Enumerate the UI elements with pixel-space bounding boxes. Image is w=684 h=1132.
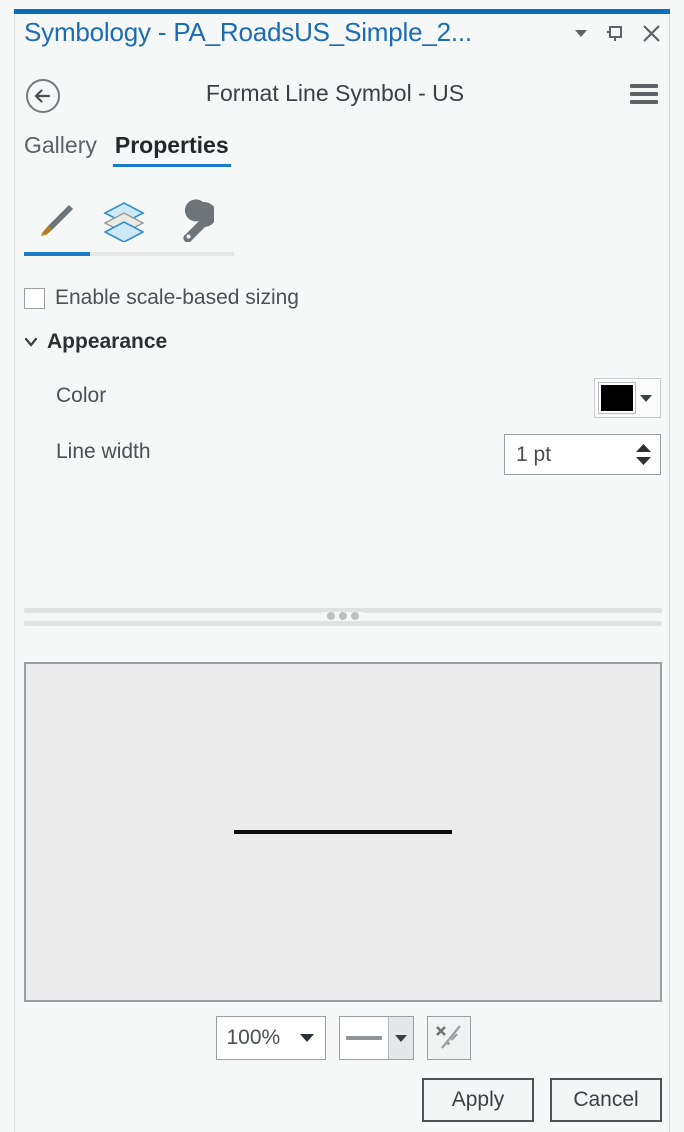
tab-properties[interactable]: Properties: [112, 132, 231, 167]
properties-icon-tabs: [24, 194, 234, 262]
chevron-down-icon: [394, 1034, 407, 1042]
horizontal-splitter[interactable]: [24, 604, 662, 630]
preview-zoom-value: 100%: [226, 1026, 281, 1049]
line-width-label: Line width: [56, 440, 151, 463]
color-label: Color: [56, 384, 107, 407]
splitter-grip-dot: [327, 612, 335, 620]
hamburger-menu-icon-line: [630, 84, 658, 88]
wrench-icon: [183, 199, 214, 242]
appearance-group-header[interactable]: Appearance: [24, 330, 167, 354]
line-width-property-row: Line width 1 pt: [24, 434, 662, 475]
color-property-row: Color: [24, 378, 662, 418]
dialog-footer: Apply Cancel: [24, 1076, 662, 1124]
symbol-preview-line: [234, 830, 452, 834]
cancel-button[interactable]: Cancel: [550, 1078, 662, 1122]
preview-zoom-combobox[interactable]: 100%: [215, 1016, 326, 1060]
enable-scale-based-sizing-label: Enable scale-based sizing: [55, 286, 299, 309]
structure-tab-button[interactable]: [160, 194, 224, 246]
splitter-grip[interactable]: [322, 612, 364, 620]
layers-tab-button[interactable]: [92, 194, 156, 246]
toggle-line-preview-button[interactable]: [426, 1016, 471, 1060]
chevron-down-icon: [640, 394, 652, 402]
paintbrush-icon: [41, 205, 73, 236]
line-width-spinner-arrows: [626, 435, 660, 474]
hamburger-menu-icon-line: [630, 92, 658, 96]
preview-toolbar: 100%: [24, 1014, 662, 1062]
color-swatch-frame: [598, 382, 636, 414]
auto-hide-button[interactable]: [605, 22, 627, 44]
panel-titlebar: Symbology - PA_RoadsUS_Simple_2...: [14, 14, 670, 62]
tab-gallery[interactable]: Gallery: [24, 132, 97, 167]
panel-title: Symbology - PA_RoadsUS_Simple_2...: [24, 17, 472, 47]
close-button[interactable]: [640, 22, 662, 44]
layers-icon: [103, 202, 145, 242]
appearance-group-label: Appearance: [47, 330, 168, 353]
triangle-up-icon: [635, 444, 651, 452]
enable-scale-based-sizing-row[interactable]: Enable scale-based sizing: [24, 286, 299, 310]
color-dropdown-arrow[interactable]: [639, 394, 653, 403]
solid-line-icon: [345, 1036, 382, 1040]
apply-button[interactable]: Apply: [422, 1078, 534, 1122]
close-icon: [642, 24, 660, 42]
splitter-grip-dot: [351, 612, 359, 620]
line-style-dropdown[interactable]: [338, 1016, 414, 1060]
line-style-preview: [340, 1017, 388, 1059]
pin-icon: [607, 26, 622, 41]
triangle-down-icon: [635, 457, 651, 465]
hamburger-menu-icon-line: [630, 100, 658, 104]
color-swatch: [601, 385, 633, 411]
line-width-increment-button[interactable]: [635, 443, 652, 453]
splitter-line: [24, 621, 662, 626]
symbol-tab-button[interactable]: [24, 194, 88, 246]
titlebar-buttons: [570, 22, 662, 44]
line-width-decrement-button[interactable]: [635, 456, 652, 466]
symbology-panel-window: Symbology - PA_RoadsUS_Simple_2... Forma…: [0, 0, 684, 1132]
preview-zoom-dropdown-arrow[interactable]: [299, 1033, 325, 1043]
line-style-dropdown-arrow[interactable]: [387, 1017, 413, 1059]
panel-menu-caret-button[interactable]: [570, 22, 592, 44]
page-title: Format Line Symbol - US: [205, 80, 465, 106]
panel-options-menu-button[interactable]: [630, 82, 658, 106]
no-line-icon: [435, 1025, 461, 1049]
splitter-grip-dot: [339, 612, 347, 620]
icon-tabs-active-indicator: [24, 252, 90, 256]
enable-scale-based-sizing-checkbox[interactable]: [24, 287, 45, 309]
icon-tabs-underline: [24, 252, 234, 256]
chevron-down-icon: [299, 1034, 314, 1042]
line-width-stepper[interactable]: 1 pt: [504, 434, 661, 475]
symbol-preview-canvas[interactable]: [24, 662, 662, 1002]
format-symbol-header: Format Line Symbol - US: [14, 68, 670, 126]
chevron-down-icon: [24, 337, 38, 347]
chevron-down-icon: [575, 29, 587, 37]
line-width-input[interactable]: 1 pt: [505, 443, 626, 467]
symbol-tab-bar: Gallery Properties: [24, 132, 231, 167]
color-picker-button[interactable]: [594, 378, 661, 418]
